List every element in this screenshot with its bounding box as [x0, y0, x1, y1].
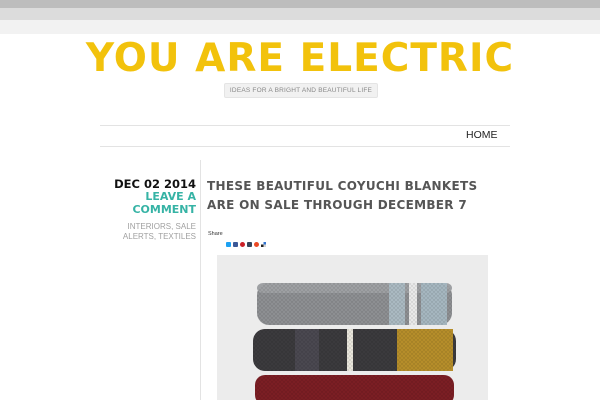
facebook-icon[interactable] — [232, 232, 238, 247]
top-bar-light — [0, 20, 600, 34]
nav-divider-bottom — [100, 146, 510, 147]
post-date: DEC 02 2014 — [114, 177, 196, 191]
top-bar-dark — [0, 0, 600, 8]
share-label: Share — [208, 231, 223, 237]
pinterest-icon[interactable] — [239, 232, 245, 247]
post-categories: INTERIORS, SALE ALERTS, TEXTILES — [122, 222, 196, 241]
tumblr-icon[interactable] — [246, 232, 252, 247]
category-link-interiors[interactable]: INTERIORS — [128, 222, 172, 231]
stacked-blankets-photo — [217, 255, 488, 400]
post-featured-image[interactable] — [217, 255, 488, 400]
nav-divider-top — [100, 125, 510, 126]
leave-comment-link[interactable]: LEAVE A COMMENT — [100, 190, 196, 216]
twitter-icon[interactable] — [225, 232, 231, 247]
post-title[interactable]: THESE BEAUTIFUL COYUCHI BLANKETS ARE ON … — [207, 177, 497, 215]
sidebar-divider — [200, 160, 201, 400]
top-bar-mid — [0, 8, 600, 20]
site-title[interactable]: YOU ARE ELECTRIC — [0, 36, 600, 82]
stumbleupon-icon[interactable] — [253, 232, 259, 247]
category-link-textiles[interactable]: TEXTILES — [158, 232, 196, 241]
site-tagline: IDEAS FOR A BRIGHT AND BEAUTIFUL LIFE — [224, 83, 378, 98]
delicious-icon[interactable] — [260, 232, 266, 247]
share-bar: Share — [208, 230, 266, 247]
nav-item-home[interactable]: HOME — [466, 128, 498, 142]
